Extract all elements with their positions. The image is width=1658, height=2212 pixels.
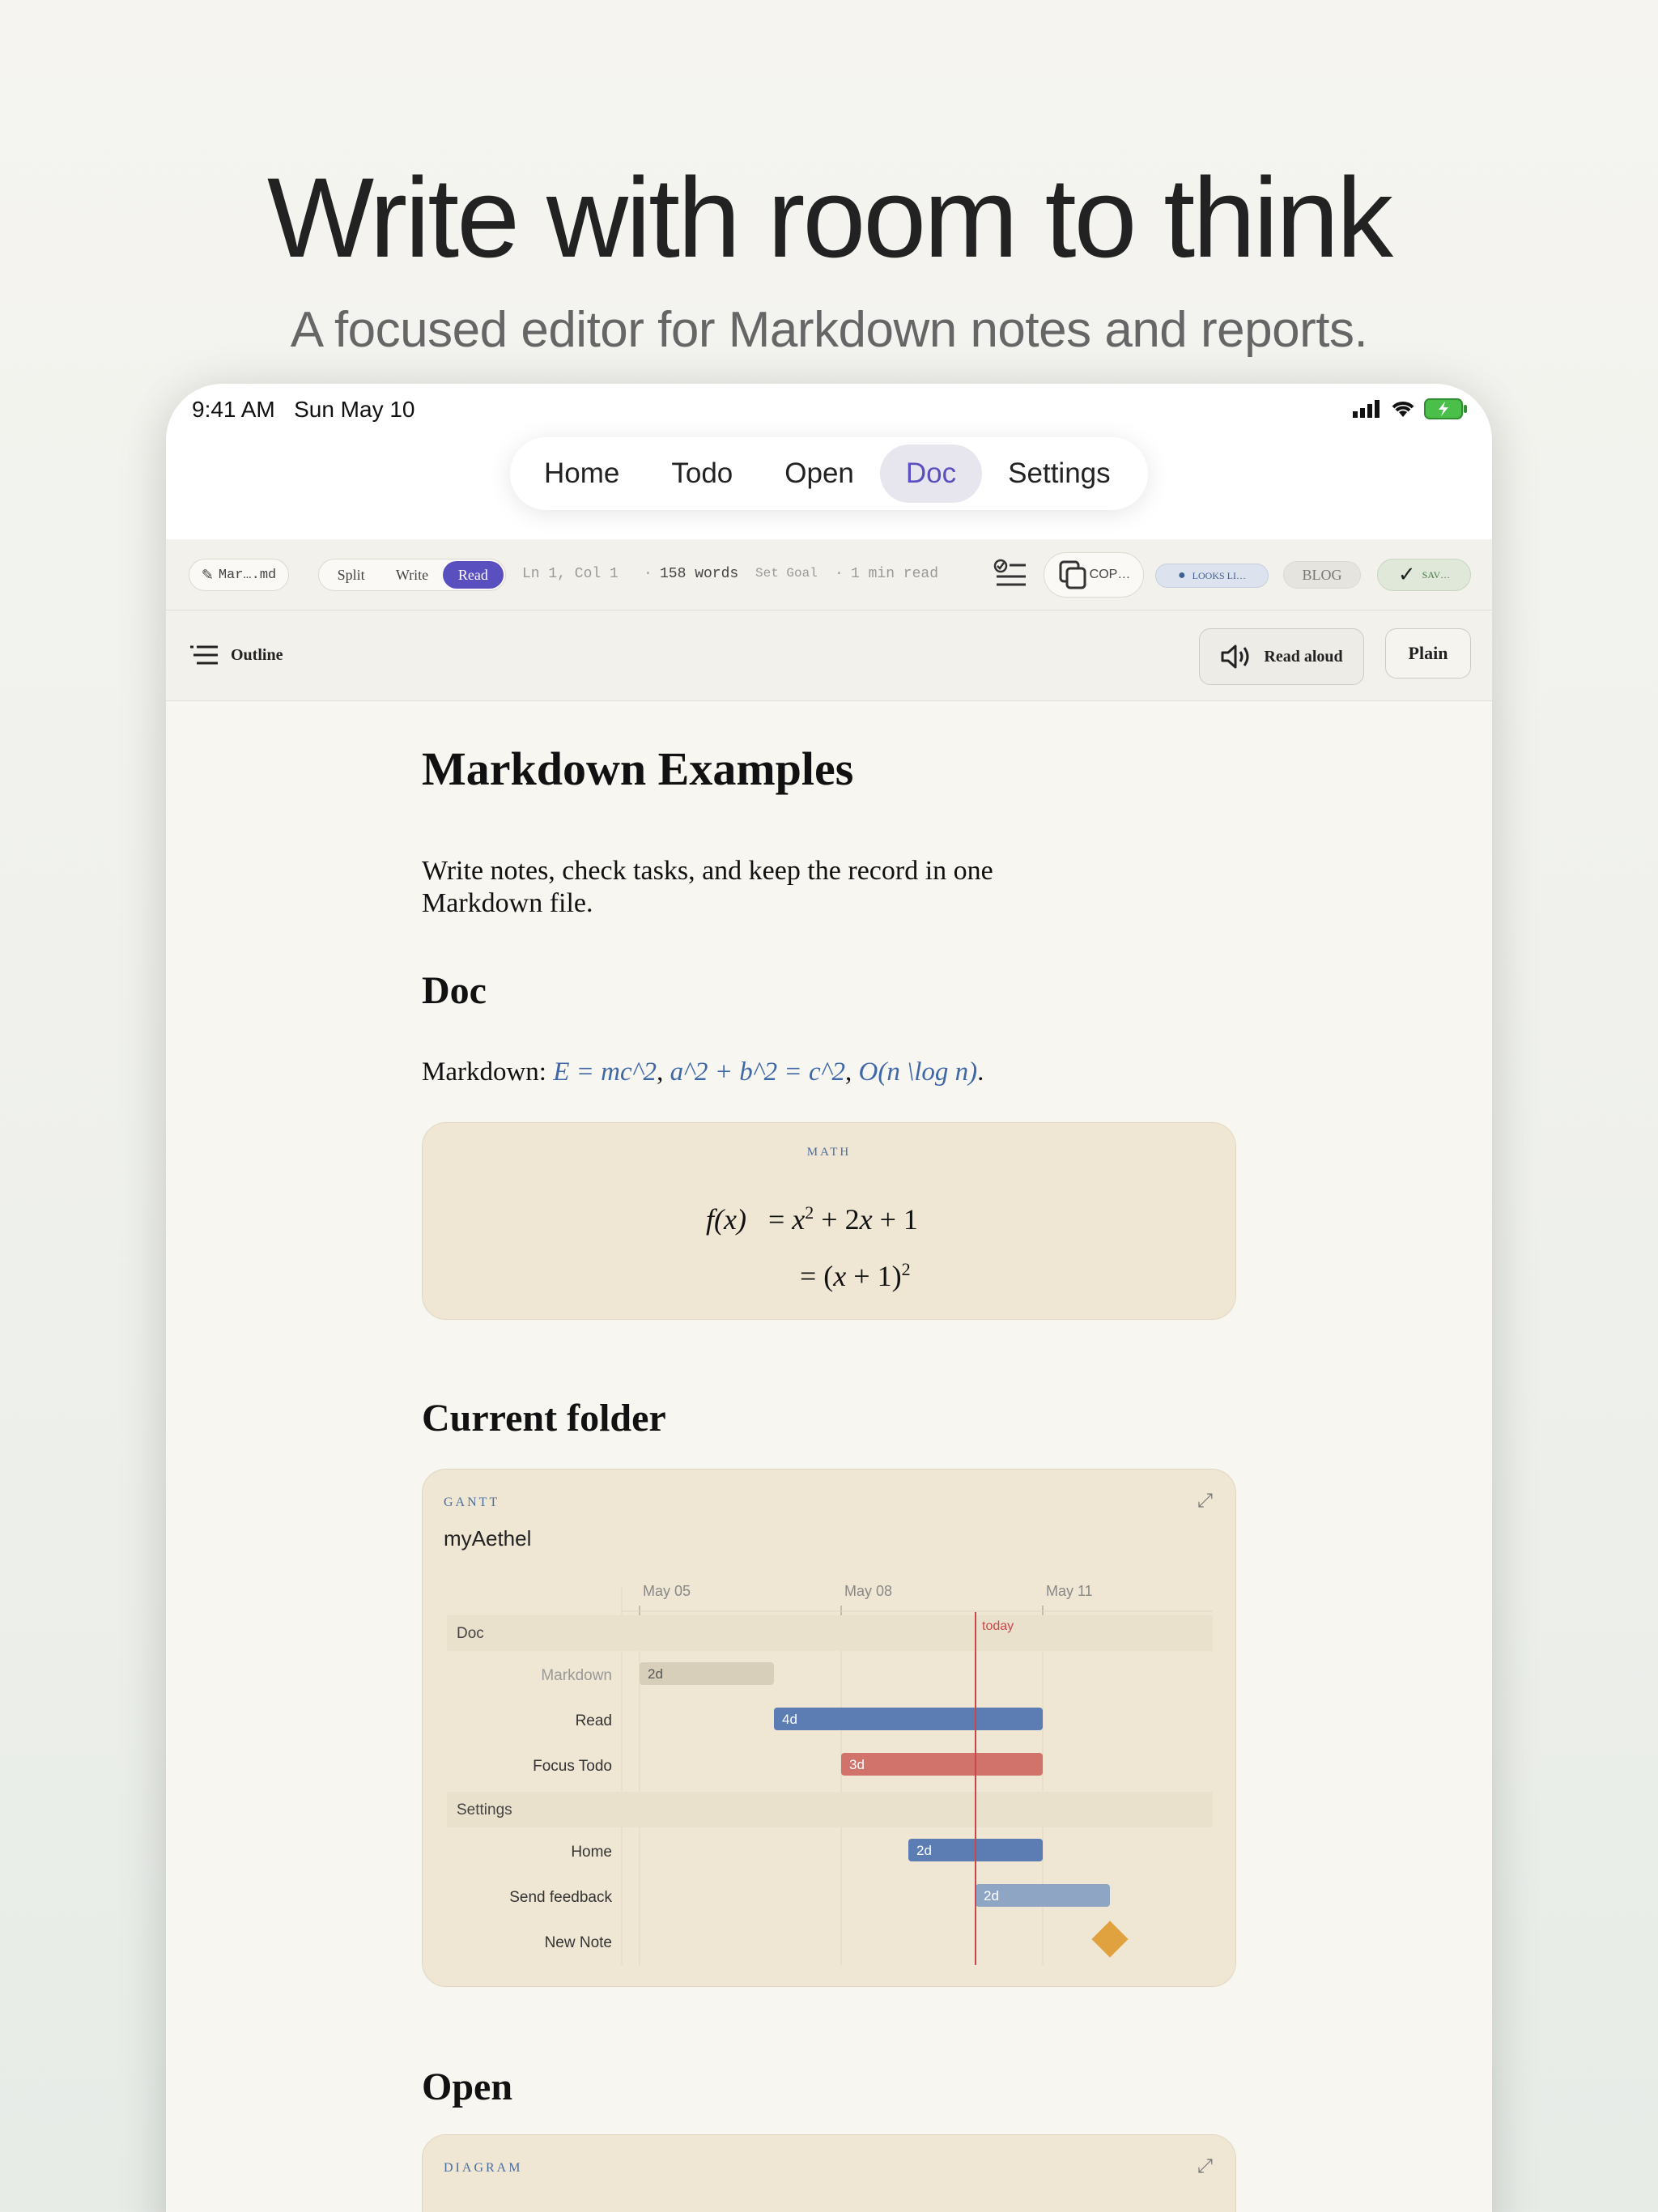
outline-icon	[190, 645, 218, 665]
math-card-label: MATH	[806, 1146, 852, 1159]
dot-icon: ●	[1178, 568, 1186, 582]
pencil-icon: ✎	[201, 566, 214, 583]
file-name-button[interactable]: ✎ Mar….md	[189, 559, 289, 591]
tab-settings[interactable]: Settings	[982, 445, 1136, 503]
status-time: 9:41 AM Sun May 10	[192, 397, 415, 422]
gantt-section-band	[447, 1615, 1213, 1651]
saved-badge[interactable]: ✓ SAV…	[1377, 559, 1471, 591]
gantt-task-label: Markdown	[541, 1667, 612, 1684]
hero-subtitle: A focused editor for Markdown notes and …	[290, 302, 1368, 358]
word-count: 158 words	[660, 566, 739, 582]
gantt-today-label: today	[982, 1619, 1014, 1633]
outline-button[interactable]: Outline	[189, 643, 283, 667]
inline-math-paragraph: Markdown: E = mc^2, a^2 + b^2 = c^2, O(n…	[422, 1057, 984, 1087]
battery-icon	[1424, 398, 1467, 419]
read-aloud-button[interactable]: Read aloud	[1199, 628, 1364, 685]
doc-title: Markdown Examples	[422, 742, 854, 795]
signal-icon	[1353, 400, 1380, 418]
check-icon: ✓	[1397, 563, 1416, 586]
cursor-position: Ln 1, Col 1	[522, 566, 619, 582]
gantt-date-label: May 11	[1046, 1583, 1093, 1599]
gantt-bar-label: 2d	[984, 1888, 999, 1904]
mode-write[interactable]: Write	[381, 561, 442, 589]
copy-icon	[1059, 560, 1086, 589]
tab-doc[interactable]: Doc	[879, 445, 983, 503]
math-card: MATH f(x) = x2 + 2x + 1 = (x + 1)2	[422, 1122, 1236, 1320]
divider-dot: ·	[644, 566, 653, 582]
mode-read[interactable]: Read	[442, 561, 504, 589]
blog-badge[interactable]: BLOG	[1283, 561, 1361, 589]
hero-title: Write with room to think	[266, 154, 1393, 281]
gantt-bar	[841, 1753, 1043, 1776]
read-time: 1 min read	[851, 566, 939, 582]
gantt-task-label: Home	[571, 1844, 612, 1861]
gantt-bar-label: 2d	[916, 1843, 932, 1858]
tab-open[interactable]: Open	[759, 445, 880, 503]
gantt-date-label: May 05	[643, 1583, 691, 1599]
checklist-icon[interactable]	[993, 557, 1029, 593]
gantt-date-label: May 08	[844, 1583, 893, 1599]
divider-dot: ·	[835, 566, 844, 582]
diagram-label: DIAGRAM	[444, 2161, 523, 2175]
gantt-bar	[774, 1708, 1043, 1730]
gantt-task-label: Read	[575, 1712, 612, 1729]
heading-doc: Doc	[422, 969, 487, 1012]
mode-split[interactable]: Split	[321, 561, 381, 589]
tab-nav: Home Todo Open Doc Settings	[510, 437, 1148, 510]
speaker-icon	[1221, 644, 1249, 669]
expand-icon[interactable]: ⤢	[1197, 2156, 1213, 2178]
copy-button[interactable]: COP…	[1044, 552, 1144, 598]
gantt-bar-label: 3d	[849, 1757, 865, 1772]
ipad-frame: 9:41 AM Sun May 10 Home Todo Open Doc Settin…	[166, 384, 1492, 2212]
gantt-task-label: New Note	[544, 1934, 612, 1951]
editor-toolbar: ✎ Mar….md Split Write Read Ln 1, Col 1 · 1…	[166, 539, 1492, 610]
gantt-card: GANTT ⤢ myAethel 2d 4d 3d 2d 2d today May 05 Ma…	[422, 1469, 1236, 1987]
view-mode-segmented[interactable]: Split Write Read	[318, 559, 506, 591]
gantt-task-label: Focus Todo	[533, 1758, 612, 1775]
inline-math-2: a^2 + b^2 = c^2	[670, 1057, 846, 1087]
gantt-task-label: Send feedback	[509, 1889, 612, 1906]
math-equation: f(x) = x2 + 2x + 1 = (x + 1)2	[706, 1202, 918, 1292]
tab-todo[interactable]: Todo	[645, 445, 759, 503]
inline-math-3: O(n \log n)	[858, 1057, 978, 1087]
gantt-section-label: Doc	[457, 1625, 484, 1642]
wifi-icon	[1392, 402, 1414, 417]
gantt-bar-label: 4d	[782, 1712, 797, 1727]
gantt-section-band	[447, 1792, 1213, 1827]
heading-current-folder: Current folder	[422, 1397, 666, 1440]
plain-button[interactable]: Plain	[1385, 628, 1471, 678]
gantt-section-label: Settings	[457, 1802, 512, 1819]
gantt-bar-label: 2d	[648, 1666, 663, 1682]
set-goal-button[interactable]: Set Goal	[755, 566, 818, 581]
gantt-chart: 2d 4d 3d 2d 2d today	[447, 1586, 1213, 1965]
status-icons	[1353, 398, 1468, 419]
doc-intro: Write notes, check tasks, and keep the r…	[422, 856, 993, 918]
heading-open: Open	[422, 2065, 513, 2108]
style-badge[interactable]: ● LOOKS LI…	[1155, 564, 1269, 588]
tab-home[interactable]: Home	[518, 445, 645, 503]
diagram-card: DIAGRAM ⤢	[422, 2134, 1236, 2212]
gantt-milestone	[1091, 1921, 1129, 1958]
status-bar: 9:41 AM Sun May 10	[166, 384, 1492, 440]
reader-subbar: Outline Read aloud Plain	[166, 610, 1492, 701]
inline-math-1: E = mc^2	[553, 1057, 657, 1087]
